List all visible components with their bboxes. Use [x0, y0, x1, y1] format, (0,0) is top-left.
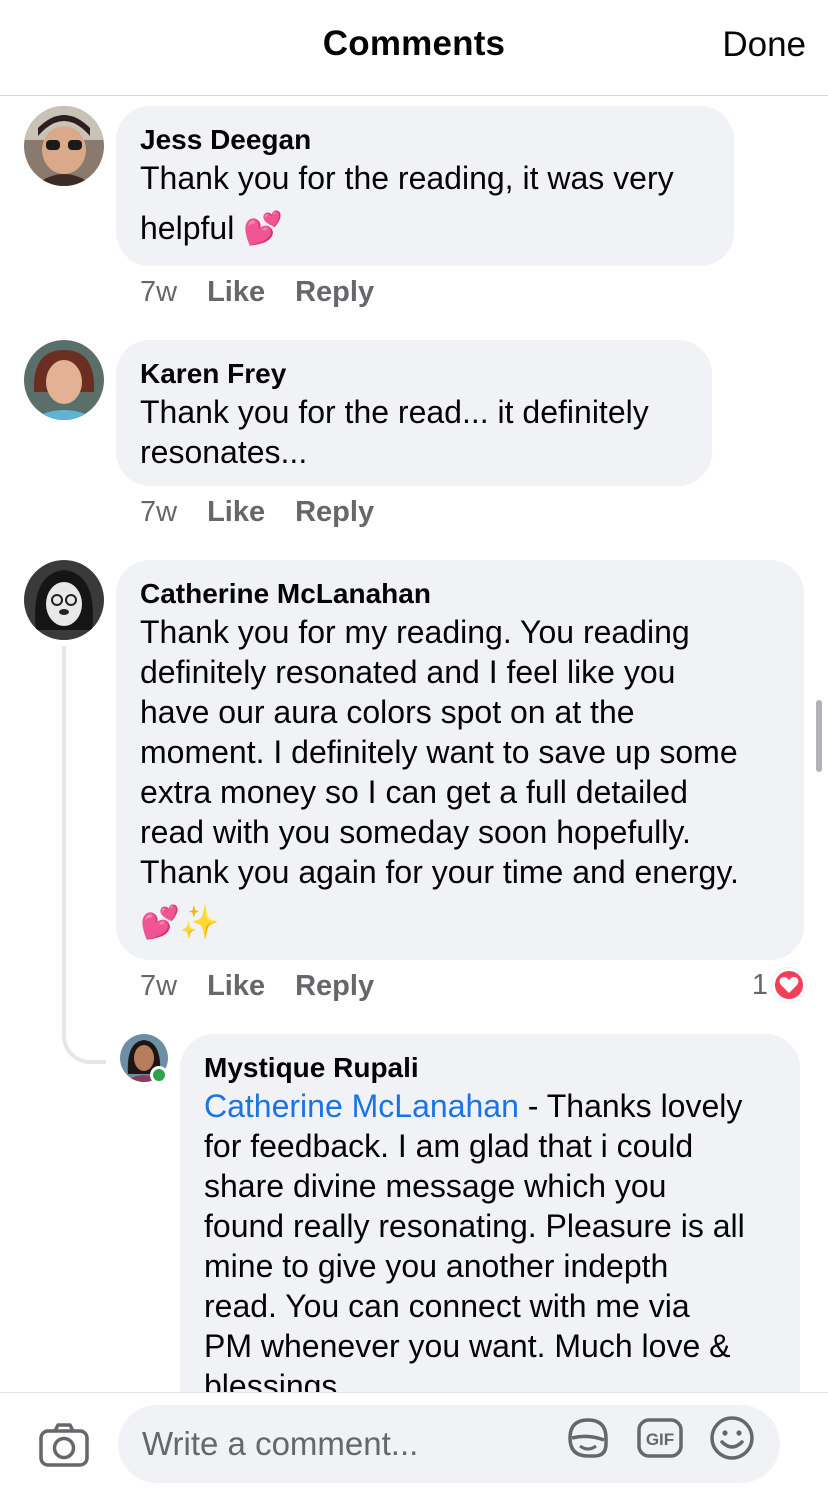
reply-text: Catherine McLanahan - Thanks lovely for … — [204, 1086, 745, 1392]
avatar[interactable] — [24, 106, 104, 186]
like-button[interactable]: Like — [207, 496, 265, 528]
reply-button[interactable]: Reply — [295, 276, 374, 308]
reply-line: read. You can connect with me via — [204, 1288, 690, 1324]
comment-line: moment. I definitely want to save up som… — [140, 734, 738, 770]
reply-line: blessings — [204, 1368, 338, 1392]
avatar-jess-icon — [24, 106, 104, 186]
reply-line: for feedback. I am glad that i could — [204, 1128, 694, 1164]
comment-list[interactable]: Jess Deegan Thank you for the reading, i… — [0, 96, 828, 1392]
avatar[interactable] — [24, 340, 104, 420]
reply-line: share divine message which you — [204, 1168, 667, 1204]
comment-line: Thank you again for your time and energy… — [140, 854, 739, 890]
comment-line: Thank you for the reading, it was very — [140, 160, 674, 196]
reply-line: Catherine McLanahan - Thanks lovely — [204, 1086, 745, 1126]
comment-actions: 7w Like Reply — [140, 276, 374, 309]
emoji-icon — [710, 1416, 754, 1460]
gif-button[interactable]: GIF — [636, 1414, 684, 1462]
reaction-count: 1 — [751, 968, 768, 1001]
svg-text:GIF: GIF — [646, 1430, 674, 1449]
comment-bubble[interactable]: Catherine McLanahan Thank you for my rea… — [116, 560, 804, 960]
reply-bubble[interactable]: Mystique Rupali Catherine McLanahan - Th… — [180, 1034, 800, 1392]
reply-line: found really resonating. Pleasure is all — [204, 1208, 745, 1244]
comment-bubble[interactable]: Karen Frey Thank you for the read... it … — [116, 340, 712, 486]
done-button[interactable]: Done — [722, 25, 806, 65]
reply-line: mine to give you another indepth — [204, 1248, 669, 1284]
comment-line: have our aura colors spot on at the — [140, 694, 635, 730]
comment-line: extra money so I can get a full detailed — [140, 774, 688, 810]
reply-button[interactable]: Reply — [295, 496, 374, 528]
avatar-karen-icon — [24, 340, 104, 420]
comment-time: 7w — [140, 496, 178, 528]
comment-line: helpful 💕 — [140, 210, 284, 246]
comment-line: read with you someday soon hopefully. — [140, 814, 691, 850]
heart-icon — [772, 968, 806, 1002]
avatar-catherine-icon — [24, 560, 104, 640]
online-status-dot — [150, 1066, 168, 1084]
sticker-icon — [568, 1418, 608, 1458]
thread-line — [62, 646, 66, 1006]
emoji-button[interactable] — [708, 1414, 756, 1462]
comment-line: 💕✨ — [140, 904, 220, 940]
like-button[interactable]: Like — [207, 276, 265, 308]
reply-author[interactable]: Mystique Rupali — [204, 1052, 419, 1084]
comment-author[interactable]: Jess Deegan — [140, 124, 311, 156]
comment-bubble[interactable]: Jess Deegan Thank you for the reading, i… — [116, 106, 734, 266]
comment-line: resonates... — [140, 434, 308, 470]
sticker-button[interactable] — [564, 1414, 612, 1462]
thread-connector — [62, 1006, 106, 1064]
comment-time: 7w — [140, 276, 178, 308]
comment-actions: 7w Like Reply — [140, 496, 374, 529]
comment-text: Thank you for the read... it definitely … — [140, 392, 649, 472]
comment-author[interactable]: Catherine McLanahan — [140, 578, 431, 610]
comment-line: definitely resonated and I feel like you — [140, 654, 676, 690]
page-title: Comments — [322, 24, 506, 63]
comment-time: 7w — [140, 970, 178, 1002]
reply-button[interactable]: Reply — [295, 970, 374, 1002]
comment-author[interactable]: Karen Frey — [140, 358, 286, 390]
like-button[interactable]: Like — [207, 970, 265, 1002]
header-bar: Comments Done — [0, 0, 828, 96]
camera-icon — [39, 1423, 89, 1467]
reply-line-rest: - Thanks lovely — [518, 1088, 743, 1124]
comment-text: Thank you for the reading, it was very h… — [140, 158, 674, 248]
gif-icon: GIF — [637, 1418, 683, 1458]
scrollbar[interactable] — [816, 700, 822, 772]
mention-link[interactable]: Catherine McLanahan — [204, 1088, 519, 1124]
reply-line: PM whenever you want. Much love & — [204, 1328, 731, 1364]
comment-actions: 7w Like Reply — [140, 970, 374, 1003]
camera-button[interactable] — [38, 1419, 90, 1471]
comment-line: Thank you for my reading. You reading — [140, 614, 690, 650]
comment-text: Thank you for my reading. You reading de… — [140, 612, 739, 942]
comment-line: Thank you for the read... it definitely — [140, 394, 649, 430]
avatar[interactable] — [24, 560, 104, 640]
reaction-summary[interactable]: 1 — [752, 968, 806, 1002]
comment-composer: GIF — [0, 1392, 828, 1495]
